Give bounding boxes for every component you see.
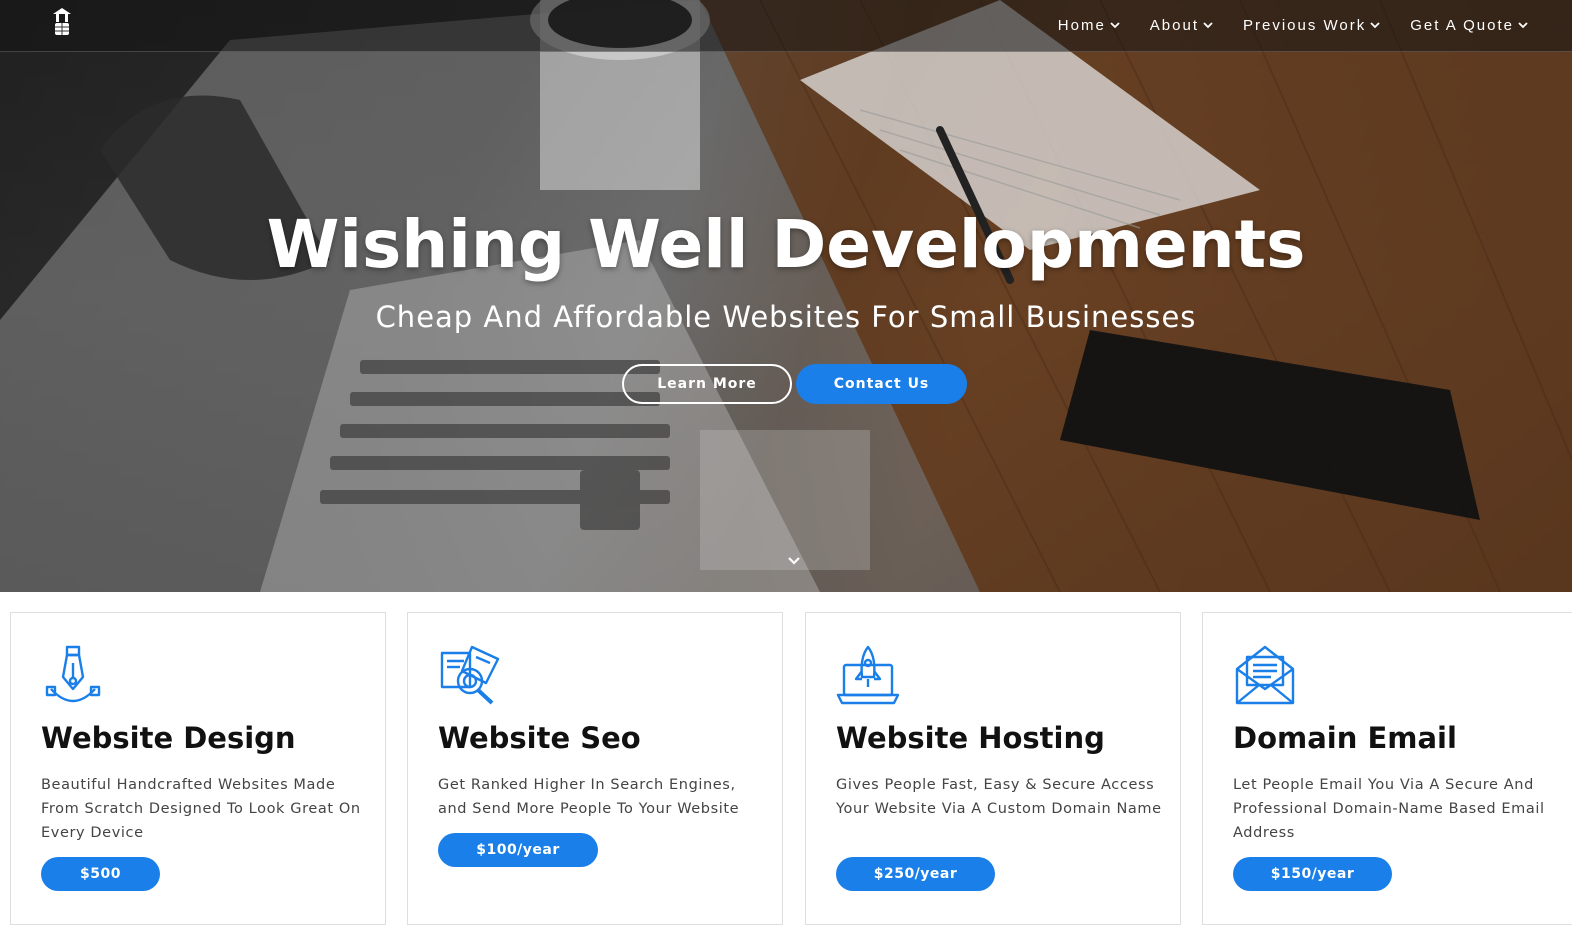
main-menu: Home About Previous Work Get A Quote (1058, 0, 1528, 50)
hero-title: Wishing Well Developments (266, 206, 1306, 283)
envelope-icon (1235, 645, 1295, 705)
chevron-down-icon (1203, 22, 1213, 29)
nav-item-label: About (1149, 16, 1199, 34)
chevron-down-icon (1370, 22, 1380, 29)
service-description: Let People Email You Via A Secure And Pr… (1233, 777, 1545, 841)
service-card-website-design: Website Design Beautiful Handcrafted Web… (10, 612, 386, 925)
service-title: Website Design (41, 721, 296, 755)
nav-item-label: Home (1057, 16, 1106, 34)
service-title: Website Hosting (836, 721, 1105, 755)
nav-item-about[interactable]: About (1150, 17, 1213, 34)
service-card-domain-email: Domain Email Let People Email You Via A … (1202, 612, 1572, 925)
seo-search-icon (440, 645, 500, 705)
learn-more-button[interactable]: Learn More (622, 364, 792, 404)
nav-item-label: Previous Work (1243, 16, 1367, 34)
scroll-down-chevron-icon[interactable] (786, 554, 802, 568)
service-card-website-seo: Website Seo Get Ranked Higher In Search … (407, 612, 783, 925)
contact-us-button[interactable]: Contact Us (796, 364, 967, 404)
hero-subtitle: Cheap And Affordable Websites For Small … (375, 300, 1197, 334)
service-title: Domain Email (1233, 721, 1457, 755)
service-description: Beautiful Handcrafted Websites Made From… (41, 777, 361, 841)
rocket-laptop-icon (836, 645, 900, 705)
nav-item-previous-work[interactable]: Previous Work (1243, 17, 1380, 34)
nav-item-label: Get A Quote (1410, 16, 1514, 34)
price-button[interactable]: $250/year (836, 857, 995, 891)
pen-tool-icon (45, 645, 101, 703)
service-title: Website Seo (438, 721, 641, 755)
hero-section: Home About Previous Work Get A Quote Wis… (0, 0, 1572, 592)
hero-background-image (0, 0, 1572, 592)
price-button[interactable]: $500 (41, 857, 160, 891)
nav-item-home[interactable]: Home (1058, 17, 1120, 34)
nav-item-get-a-quote[interactable]: Get A Quote (1410, 17, 1528, 34)
service-description: Get Ranked Higher In Search Engines, and… (438, 777, 740, 817)
wishing-well-logo-icon[interactable] (50, 6, 74, 36)
service-description: Gives People Fast, Easy & Secure Access … (836, 777, 1162, 817)
top-navigation: Home About Previous Work Get A Quote (0, 0, 1572, 52)
price-button[interactable]: $150/year (1233, 857, 1392, 891)
chevron-down-icon (1518, 22, 1528, 29)
price-button[interactable]: $100/year (438, 833, 598, 867)
chevron-down-icon (1110, 22, 1120, 29)
service-card-website-hosting: Website Hosting Gives People Fast, Easy … (805, 612, 1181, 925)
